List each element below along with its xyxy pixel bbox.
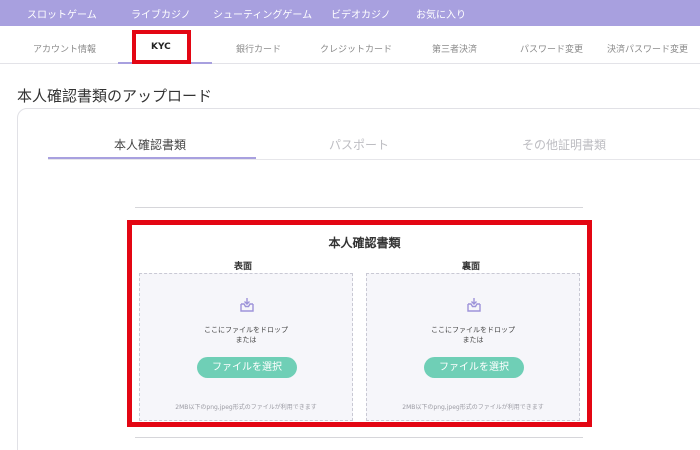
tab-passport[interactable]: パスポート [329,136,389,153]
front-file-note: 2MB以下のpng,jpeg形式のファイルが利用できます [175,404,317,411]
nav-item-favorites[interactable]: お気に入り [416,6,466,21]
back-side-label: 裏面 [462,262,481,272]
nav-item-shooting-games[interactable]: シューティングゲーム [213,6,312,21]
tab-identity-document[interactable]: 本人確認書類 [114,136,186,153]
page-title: 本人確認書類のアップロード [17,87,213,105]
front-side-label: 表面 [234,262,253,272]
nav-item-video-casino[interactable]: ビデオカジノ [331,6,391,21]
tab-bank-card[interactable]: 銀行カード [236,42,281,55]
front-drop-text: ここにファイルをドロップ [204,326,288,334]
tab-third-party-payment[interactable]: 第三者決済 [432,42,477,55]
upload-section-title: 本人確認書類 [328,236,401,250]
back-drop-text: ここにファイルをドロップ [431,326,515,334]
document-tabs: 本人確認書類 パスポート その他証明書類 [48,130,700,160]
nav-item-live-casino[interactable]: ライブカジノ [131,6,191,21]
upload-icon [240,298,254,312]
tab-change-password[interactable]: パスワード変更 [520,42,583,55]
front-dropzone[interactable]: ここにファイルをドロップ または ファイルを選択 2MB以下のpng,jpeg形… [139,273,353,421]
front-or-text: または [235,336,257,344]
back-dropzone[interactable]: ここにファイルをドロップ または ファイルを選択 2MB以下のpng,jpeg形… [366,273,580,421]
tab-account-info[interactable]: アカウント情報 [33,42,96,55]
back-or-text: または [462,336,484,344]
top-nav: スロットゲーム ライブカジノ シューティングゲーム ビデオカジノ お気に入り [0,0,700,26]
tab-change-payment-password[interactable]: 決済パスワード変更 [607,42,688,55]
back-select-file-button[interactable]: ファイルを選択 [424,357,524,378]
tab-credit-card[interactable]: クレジットカード [320,42,392,55]
document-tab-underline [48,157,256,159]
nav-item-slot-games[interactable]: スロットゲーム [27,6,97,21]
divider-top [135,207,583,208]
back-file-note: 2MB以下のpng,jpeg形式のファイルが利用できます [402,404,544,411]
tab-other-documents[interactable]: その他証明書類 [522,136,606,153]
divider-bottom [135,437,583,438]
account-tabs: アカウント情報 KYC 銀行カード クレジットカード 第三者決済 パスワード変更… [0,26,700,64]
upload-icon [467,298,481,312]
kyc-tab-highlight-box [132,30,191,64]
front-select-file-button[interactable]: ファイルを選択 [197,357,297,378]
